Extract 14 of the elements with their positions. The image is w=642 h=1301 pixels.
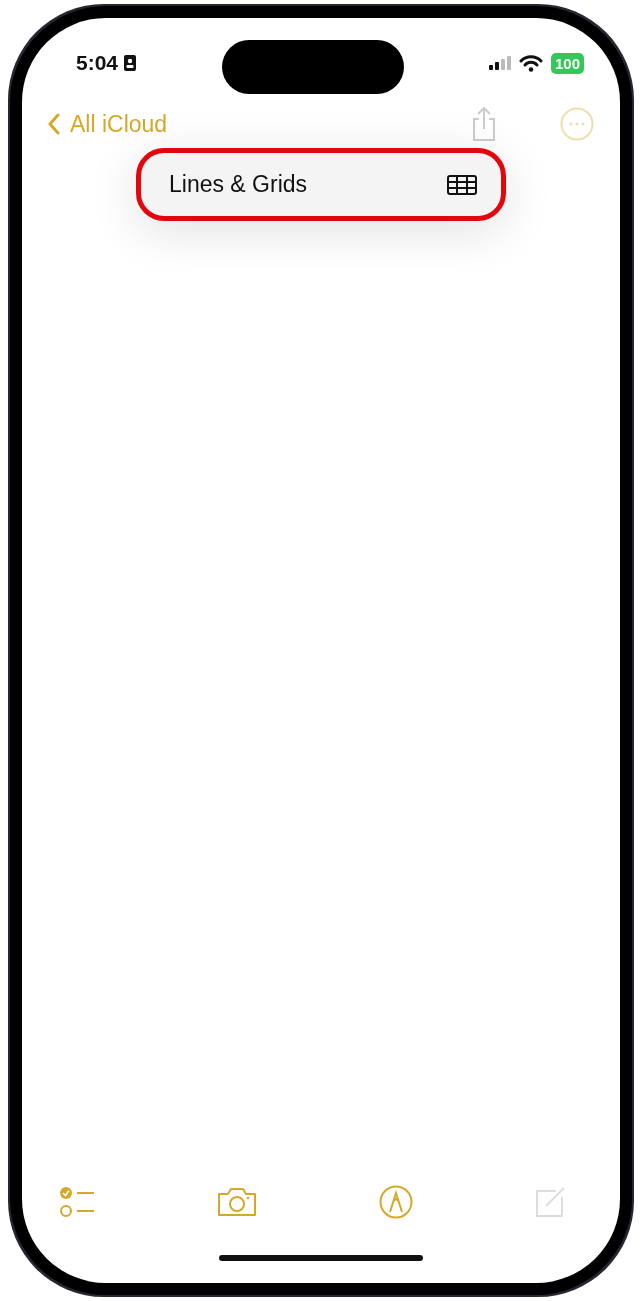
checklist-icon[interactable] bbox=[60, 1186, 96, 1218]
more-icon[interactable] bbox=[560, 107, 594, 141]
id-card-icon bbox=[124, 55, 137, 71]
camera-icon[interactable] bbox=[217, 1187, 258, 1217]
grid-icon bbox=[447, 174, 477, 195]
share-icon[interactable] bbox=[470, 106, 498, 142]
compose-icon[interactable] bbox=[534, 1186, 566, 1218]
menu-item[interactable]: Lines & Grids bbox=[136, 148, 506, 221]
signal-icon bbox=[488, 56, 511, 70]
chevron-left-icon bbox=[48, 113, 60, 135]
wifi-icon bbox=[518, 54, 543, 72]
status-time: 5:04 bbox=[76, 51, 119, 75]
battery-indicator: 100 bbox=[550, 52, 584, 74]
markup-pen-icon[interactable] bbox=[378, 1185, 413, 1219]
